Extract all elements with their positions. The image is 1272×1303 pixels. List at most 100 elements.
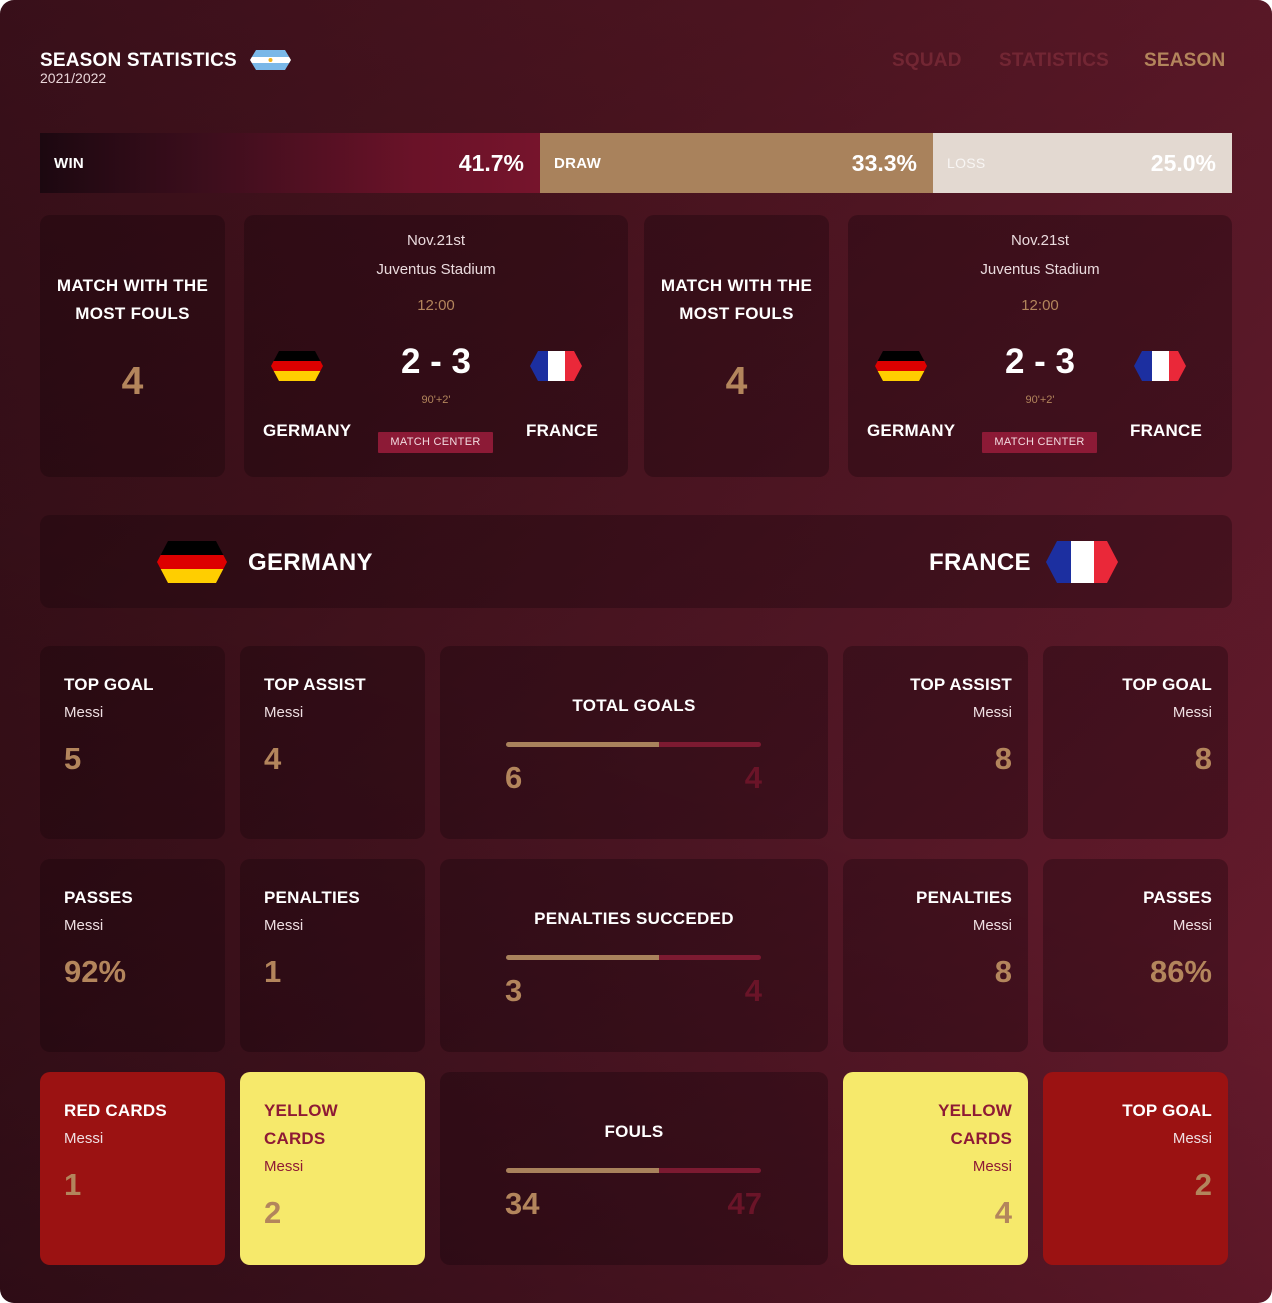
stat-value: 4 — [264, 741, 282, 776]
match-center-button[interactable]: MATCH CENTER — [378, 432, 493, 453]
results-ratio-bar: WIN 41.7% DRAW 33.3% LOSS 25.0% — [40, 133, 1232, 193]
france-flag-icon — [530, 351, 582, 381]
match-extra-time: 90'+2' — [421, 394, 451, 406]
france-flag-icon — [1134, 351, 1186, 381]
away-team-name: FRANCE — [1130, 421, 1203, 440]
total-goals-comparison: TOTAL GOALS 6 4 — [440, 646, 828, 839]
stat-title-line1: YELLOW — [938, 1101, 1012, 1120]
stat-player: Messi — [64, 917, 104, 934]
win-percentage: 41.7% — [458, 149, 524, 176]
stat-player: Messi — [64, 1130, 104, 1147]
stat-player: Messi — [1172, 917, 1212, 934]
match-time: 12:00 — [1021, 297, 1059, 314]
season-label: 2021/2022 — [40, 70, 107, 86]
match-card[interactable]: Nov.21st Juventus Stadium 12:00 2 - 3 90… — [848, 215, 1232, 477]
most-fouls-title-line1: MATCH WITH THE — [660, 276, 813, 295]
comparison-bar-home — [506, 742, 659, 747]
stat-player: Messi — [972, 1158, 1012, 1175]
most-fouls-title: MATCH WITH THE MOST FOULS — [40, 272, 225, 328]
away-team-name: FRANCE — [526, 421, 599, 440]
comparison-title: FOULS — [604, 1122, 664, 1141]
stat-title: PENALTIES — [916, 888, 1012, 907]
stat-card-yellow-cards: YELLOW CARDS Messi 2 — [240, 1072, 425, 1265]
stat-title-line2: CARDS — [264, 1129, 326, 1148]
loss-percentage: 25.0% — [1150, 149, 1216, 176]
comparison-home-value: 3 — [505, 973, 523, 1008]
comparison-bar — [506, 955, 761, 960]
stat-player: Messi — [264, 704, 304, 721]
match-stadium: Juventus Stadium — [980, 261, 1100, 278]
home-team-title: GERMANY — [248, 549, 373, 576]
comparison-bar-away — [659, 1168, 761, 1173]
team-comparison-banner: GERMANY FRANCE — [40, 515, 1232, 608]
comparison-away-value: 4 — [744, 760, 762, 795]
most-fouls-card: MATCH WITH THE MOST FOULS 4 — [40, 215, 225, 477]
match-extra-time: 90'+2' — [1025, 394, 1055, 406]
draw-percentage: 33.3% — [851, 149, 917, 176]
nav-tab-statistics[interactable]: STATISTICS — [999, 50, 1109, 72]
most-fouls-value: 4 — [725, 360, 748, 403]
stat-title: PASSES — [1143, 888, 1212, 907]
stat-title-line1: YELLOW — [264, 1101, 338, 1120]
argentina-flag-icon — [250, 50, 291, 70]
match-card[interactable]: Nov.21st Juventus Stadium 12:00 2 - 3 90… — [244, 215, 628, 477]
comparison-away-value: 4 — [744, 973, 762, 1008]
stat-card-yellow-cards: YELLOW CARDS Messi 4 — [843, 1072, 1028, 1265]
germany-flag-icon — [157, 541, 227, 583]
most-fouls-card: MATCH WITH THE MOST FOULS 4 — [644, 215, 829, 477]
comparison-home-value: 34 — [505, 1186, 540, 1221]
comparison-bar — [506, 742, 761, 747]
stat-value: 1 — [64, 1167, 82, 1202]
win-label: WIN — [54, 154, 85, 172]
stat-value: 1 — [264, 954, 282, 989]
stat-title: YELLOW CARDS — [938, 1097, 1012, 1153]
match-date: Nov.21st — [1010, 232, 1070, 249]
home-team-name: GERMANY — [263, 421, 352, 440]
stat-title: PASSES — [64, 888, 133, 907]
stat-value: 2 — [1194, 1167, 1212, 1202]
loss-segment: LOSS 25.0% — [933, 133, 1232, 193]
comparison-bar — [506, 1168, 761, 1173]
stat-title-line2: CARDS — [950, 1129, 1012, 1148]
stat-value: 8 — [1194, 741, 1212, 776]
stat-title: YELLOW CARDS — [264, 1097, 338, 1153]
stat-title: RED CARDS — [64, 1101, 167, 1120]
stat-card-top-goal: TOP GOAL Messi 2 — [1043, 1072, 1228, 1265]
stat-player: Messi — [264, 1158, 304, 1175]
stat-card-top-goal: TOP GOAL Messi 8 — [1043, 646, 1228, 839]
comparison-bar-home — [506, 955, 659, 960]
stat-title: TOP ASSIST — [910, 675, 1012, 694]
comparison-bar-away — [659, 742, 761, 747]
stat-card-passes: PASSES Messi 86% — [1043, 859, 1228, 1052]
stat-value: 5 — [64, 741, 82, 776]
away-team-title: FRANCE — [929, 549, 1031, 576]
most-fouls-title-line2: MOST FOULS — [75, 304, 190, 323]
match-stadium: Juventus Stadium — [376, 261, 496, 278]
stat-player: Messi — [972, 704, 1012, 721]
stat-value: 8 — [994, 741, 1012, 776]
draw-segment: DRAW 33.3% — [540, 133, 933, 193]
stat-title: TOP GOAL — [64, 675, 154, 694]
stat-card-passes: PASSES Messi 92% — [40, 859, 225, 1052]
page-title: SEASON STATISTICS — [40, 50, 237, 71]
most-fouls-value: 4 — [121, 360, 144, 403]
comparison-away-value: 47 — [727, 1186, 762, 1221]
win-segment: WIN 41.7% — [40, 133, 540, 193]
home-team-name: GERMANY — [867, 421, 956, 440]
most-fouls-title-line1: MATCH WITH THE — [56, 276, 209, 295]
comparison-title: TOTAL GOALS — [572, 696, 696, 715]
nav-tab-squad[interactable]: SQUAD — [892, 50, 962, 72]
most-fouls-title: MATCH WITH THE MOST FOULS — [644, 272, 829, 328]
stat-value: 8 — [994, 954, 1012, 989]
stat-player: Messi — [1172, 704, 1212, 721]
match-time: 12:00 — [417, 297, 455, 314]
stat-player: Messi — [64, 704, 104, 721]
stat-player: Messi — [1172, 1130, 1212, 1147]
comparison-title: PENALTIES SUCCEDED — [534, 909, 734, 928]
stat-title: TOP GOAL — [1122, 1101, 1212, 1120]
match-date: Nov.21st — [406, 232, 466, 249]
stat-card-penalties: PENALTIES Messi 8 — [843, 859, 1028, 1052]
match-center-button[interactable]: MATCH CENTER — [982, 432, 1097, 453]
nav-tab-season[interactable]: SEASON — [1144, 50, 1225, 72]
season-statistics-screen: SEASON STATISTICS 2021/2022 SQUAD STATIS… — [0, 0, 1272, 1303]
